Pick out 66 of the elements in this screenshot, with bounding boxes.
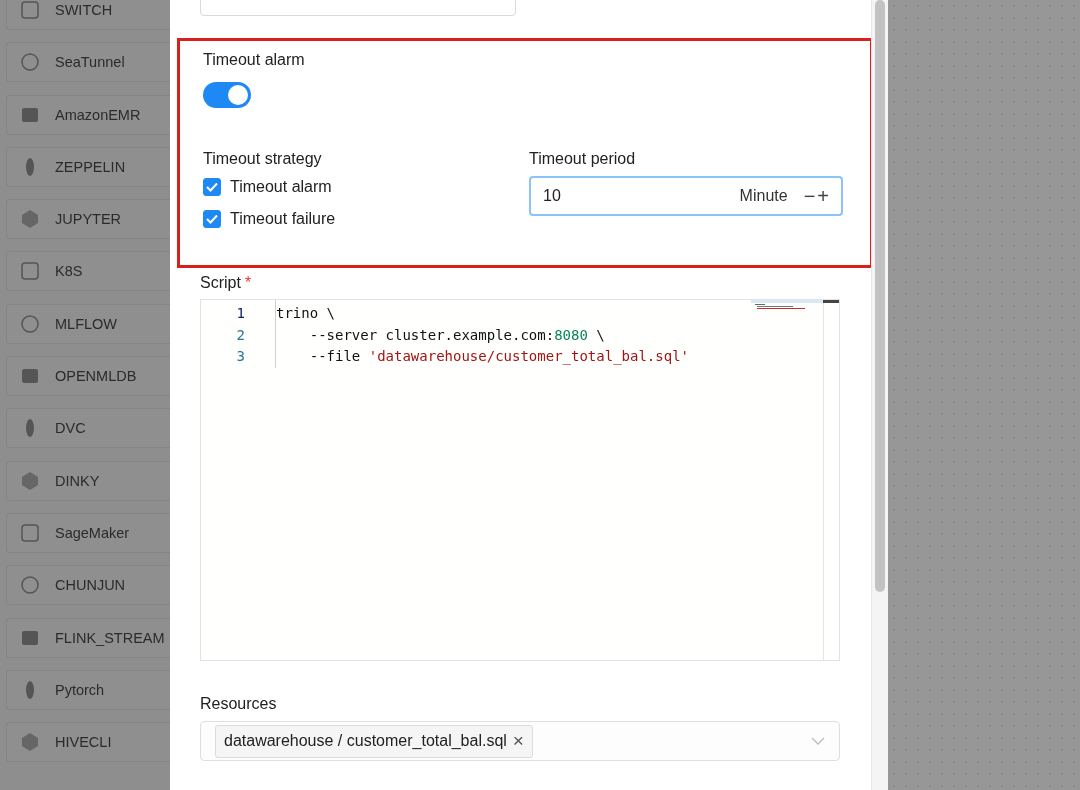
tool-logo-icon xyxy=(19,312,41,335)
tool-logo-icon xyxy=(19,521,41,544)
task-type-label: FLINK_STREAM xyxy=(55,629,165,646)
field-label: Timeout period xyxy=(529,150,636,168)
field-label: Script * xyxy=(200,274,252,292)
field-label: Timeout strategy xyxy=(203,150,322,168)
task-type-label: SeaTunnel xyxy=(55,54,125,71)
task-type-item[interactable]: SeaTunnel xyxy=(6,42,170,83)
line-number: 3 xyxy=(236,347,246,366)
task-type-label: SageMaker xyxy=(55,524,130,541)
task-type-label: ZEPPELIN xyxy=(55,158,126,175)
scrollbar-thumb[interactable] xyxy=(875,0,885,592)
task-type-item[interactable]: Pytorch xyxy=(6,669,170,710)
task-type-label: CHUNJUN xyxy=(55,577,126,594)
tool-logo-icon xyxy=(19,51,41,74)
code-line: --file 'datawarehouse/customer_total_bal.sql' xyxy=(308,347,690,367)
code-line: trino \ xyxy=(276,304,336,323)
checkbox[interactable] xyxy=(203,210,221,228)
tool-logo-icon xyxy=(19,208,41,231)
task-type-item[interactable]: JUPYTER xyxy=(6,199,170,240)
required-mark: * xyxy=(244,274,252,291)
task-type-item[interactable]: HIVECLI xyxy=(6,722,170,763)
decrement-button[interactable]: − xyxy=(803,186,816,206)
task-type-label: K8S xyxy=(55,263,83,280)
increment-button[interactable]: + xyxy=(817,186,829,206)
resource-tag: datawarehouse / customer_total_bal.sql × xyxy=(215,724,533,758)
task-type-label: AmazonEMR xyxy=(55,106,141,123)
timeout-period-input[interactable]: 10 Minute −+ xyxy=(529,176,843,216)
task-type-label: OPENMLDB xyxy=(55,368,137,385)
checkbox[interactable] xyxy=(203,178,221,196)
tool-logo-icon xyxy=(19,260,41,283)
task-type-label: MLFLOW xyxy=(55,315,118,332)
task-type-label: HIVECLI xyxy=(55,734,112,751)
timeout-alarm-switch[interactable] xyxy=(203,82,251,108)
task-type-item[interactable]: K8S xyxy=(6,251,170,292)
task-type-label: DVC xyxy=(55,420,86,437)
resources-select[interactable]: datawarehouse / customer_total_bal.sql × xyxy=(200,721,840,761)
checkbox-label: Timeout alarm xyxy=(230,178,332,196)
field-label: Resources xyxy=(200,695,277,713)
tool-logo-icon xyxy=(19,731,41,754)
tool-logo-icon xyxy=(19,574,41,597)
task-type-item[interactable]: SageMaker xyxy=(6,512,170,553)
code-editor[interactable]: 1 2 3 trino \ --server cluster.example.com:8080 \ --file 'datawarehouse/customer_total_bal.sql' xyxy=(200,299,840,661)
task-type-item[interactable]: AmazonEMR xyxy=(6,94,170,135)
code-line: --server cluster.example.com:8080 \ xyxy=(308,325,606,345)
task-type-item[interactable]: DVC xyxy=(6,408,170,449)
task-type-item[interactable]: SWITCH xyxy=(6,0,170,30)
task-type-label: Pytorch xyxy=(55,681,105,698)
line-number: 2 xyxy=(236,325,246,345)
task-type-item[interactable]: FLINK_STREAM xyxy=(6,617,170,658)
task-type-item[interactable]: CHUNJUN xyxy=(6,565,170,606)
unit-label: Minute xyxy=(739,187,788,205)
task-type-item[interactable]: OPENMLDB xyxy=(6,356,170,397)
task-type-label: SWITCH xyxy=(55,2,113,18)
checkbox-label: Timeout failure xyxy=(230,210,336,228)
task-type-item[interactable]: ZEPPELIN xyxy=(6,146,170,187)
tool-logo-icon xyxy=(19,469,41,492)
tool-logo-icon xyxy=(19,0,41,21)
task-type-item[interactable]: MLFLOW xyxy=(6,303,170,344)
task-type-label: DINKY xyxy=(55,472,100,489)
remove-button[interactable]: × xyxy=(512,730,524,752)
task-type-item[interactable]: DINKY xyxy=(6,460,170,501)
line-number: 1 xyxy=(236,304,246,323)
chevron-down-icon xyxy=(811,737,825,745)
task-type-label: JUPYTER xyxy=(55,211,122,228)
field-label: Timeout alarm xyxy=(203,51,305,69)
